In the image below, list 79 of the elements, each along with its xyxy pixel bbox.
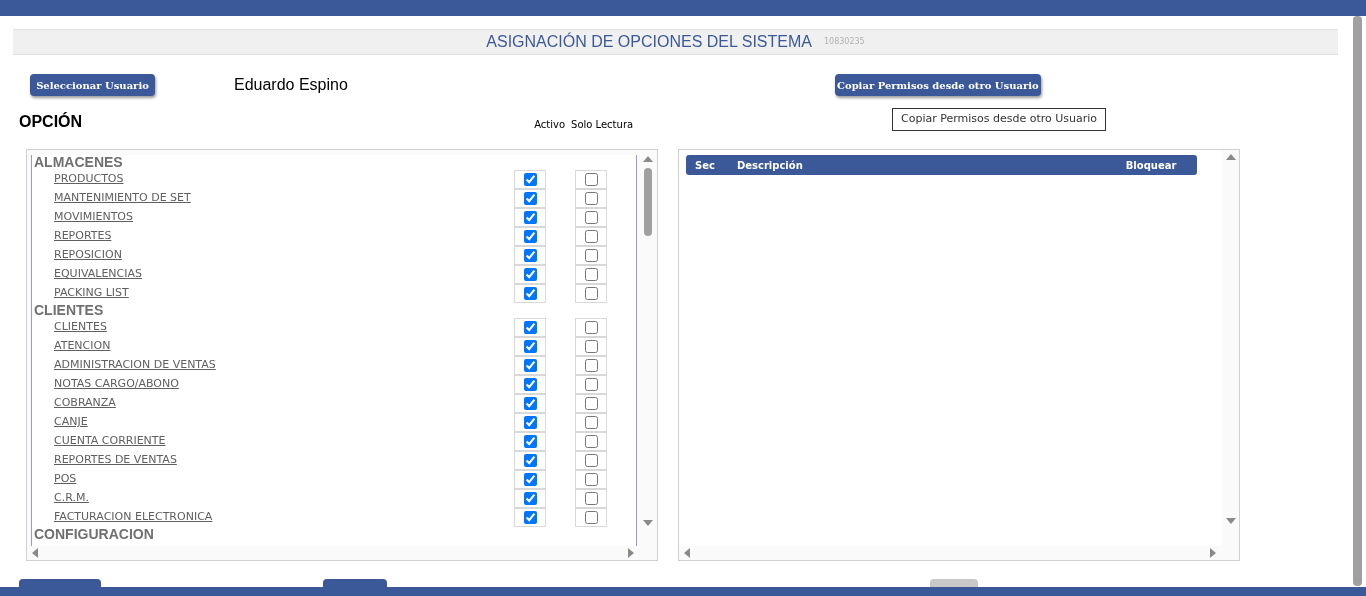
checkbox[interactable] [523,321,537,334]
checkbox[interactable] [523,173,537,186]
option-link[interactable]: CANJE [54,414,514,431]
tooltip: Copiar Permisos desde otro Usuario [892,108,1107,131]
checkbox[interactable] [523,359,537,372]
checkbox[interactable] [523,435,537,448]
group-title: CLIENTES [33,303,105,318]
select-user-button[interactable]: Seleccionar Usuario [30,74,155,96]
checkbox[interactable] [523,211,537,224]
option-link[interactable]: COBRANZA [54,395,514,412]
checkbox[interactable] [584,492,598,505]
option-link[interactable]: C.R.M. [54,490,514,507]
checkbox[interactable] [523,340,537,353]
page-scrollbar[interactable] [1353,16,1362,586]
checkbox[interactable] [584,173,598,186]
option-link[interactable]: ADMINISTRACION DE VENTAS [54,357,514,374]
checkbox[interactable] [584,287,598,300]
option-link[interactable]: CLIENTES [54,319,514,336]
column-header: Bloquear [1125,158,1177,173]
option-link[interactable]: FACTURACION ELECTRONICA [54,509,514,526]
checkbox[interactable] [584,340,598,353]
scroll-up-icon[interactable] [643,154,653,164]
option-link[interactable]: MANTENIMIENTO DE SET [54,190,514,207]
checkbox[interactable] [584,230,598,243]
checkbox[interactable] [584,211,598,224]
page-title: ASIGNACIÓN DE OPCIONES DEL SISTEMA [486,31,812,52]
checkbox[interactable] [523,230,537,243]
checkbox[interactable] [584,359,598,372]
checkbox[interactable] [523,287,537,300]
option-link[interactable]: EQUIVALENCIAS [54,266,514,283]
checkbox[interactable] [584,435,598,448]
checkbox[interactable] [584,397,598,410]
scroll-right-icon[interactable] [1208,548,1218,558]
checkbox[interactable] [523,473,537,486]
option-link[interactable]: REPORTES [54,228,514,245]
option-link[interactable]: NOTAS CARGO/ABONO [54,376,514,393]
copy-permissions-button[interactable]: Copiar Permisos desde otro Usuario [834,74,1041,96]
column-header: Solo Lectura [571,118,634,132]
scroll-thumb[interactable] [644,168,652,236]
checkbox[interactable] [584,416,598,429]
checkbox[interactable] [523,397,537,410]
user-name: Eduardo Espino [234,75,348,95]
checkbox[interactable] [584,511,598,524]
checkbox[interactable] [523,511,537,524]
scroll-down-icon[interactable] [1225,516,1236,526]
group-title: CONFIGURACION [33,527,155,542]
checkbox[interactable] [584,378,598,391]
checkbox[interactable] [584,454,598,467]
column-header: Sec [695,158,715,173]
checkbox[interactable] [523,192,537,205]
checkbox[interactable] [523,454,537,467]
scroll-down-icon[interactable] [643,518,653,528]
checkbox[interactable] [523,249,537,262]
checkbox[interactable] [584,321,598,334]
page-code: 10830235 [824,36,865,48]
checkbox[interactable] [523,492,537,505]
option-link[interactable]: POS [54,471,514,488]
option-link[interactable]: CUENTA CORRIENTE [54,433,514,450]
option-link[interactable]: MOVIMIENTOS [54,209,514,226]
scroll-right-icon[interactable] [626,548,636,558]
option-link[interactable]: REPORTES DE VENTAS [54,452,514,469]
checkbox[interactable] [523,416,537,429]
scroll-left-icon[interactable] [682,548,692,558]
checkbox[interactable] [584,473,598,486]
column-header: Activo [534,118,566,132]
checkbox[interactable] [584,268,598,281]
option-link[interactable]: REPOSICION [54,247,514,264]
group-title: ALMACENES [33,155,124,170]
scroll-left-icon[interactable] [30,548,40,558]
column-header: Descripción [736,158,803,173]
checkbox[interactable] [523,268,537,281]
option-link[interactable]: PRODUCTOS [54,171,514,188]
option-link[interactable]: ATENCION [54,338,514,355]
option-heading: OPCIÓN [19,111,83,132]
checkbox[interactable] [584,249,598,262]
option-link[interactable]: PACKING LIST [54,285,514,302]
checkbox[interactable] [523,378,537,391]
checkbox[interactable] [584,192,598,205]
scroll-up-icon[interactable] [1225,152,1236,162]
